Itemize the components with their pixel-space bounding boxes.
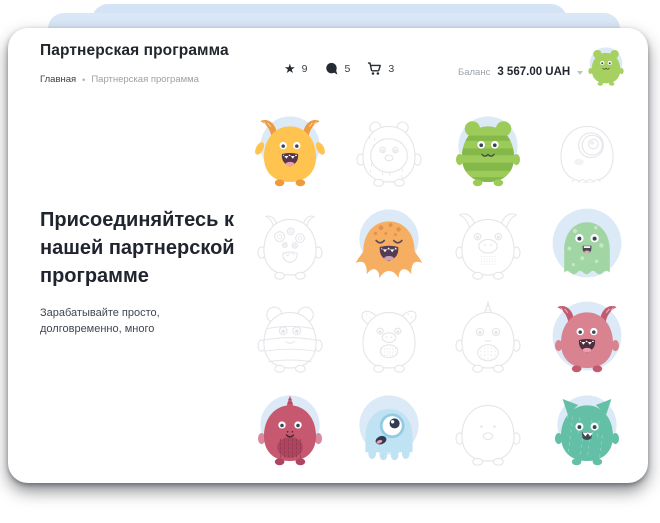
monster-sketch-furry-monster bbox=[339, 105, 438, 198]
monster-sketch-cyclops-monster bbox=[537, 105, 636, 198]
star-icon: ★ bbox=[284, 62, 296, 75]
breadcrumb-current: Партнерская программа bbox=[91, 74, 199, 85]
breadcrumb: Главная • Партнерская программа bbox=[40, 74, 199, 85]
page-title: Партнерская программа bbox=[40, 42, 229, 60]
breadcrumb-separator: • bbox=[82, 75, 85, 85]
cart-count: 3 bbox=[388, 63, 394, 75]
monster-sketch-multieye-monster bbox=[240, 198, 339, 291]
balance-label: Баланс bbox=[458, 67, 490, 78]
monster-green-striped-monster bbox=[438, 105, 537, 198]
favorites-count: 9 bbox=[302, 63, 308, 75]
hero-heading: Присоединяйтесь к нашей партнерской прог… bbox=[40, 206, 262, 290]
balance-value: 3 567.00 UAH bbox=[497, 66, 570, 78]
monster-sketch-floppy-ear-monster bbox=[339, 291, 438, 384]
balance-dropdown[interactable]: Баланс 3 567.00 UAH bbox=[458, 66, 583, 78]
monster-sketch-plain-monster bbox=[438, 384, 537, 477]
messages-stat[interactable]: 5 bbox=[325, 62, 351, 76]
monster-sketch-unicorn-monster bbox=[438, 291, 537, 384]
monster-yellow-horned-monster bbox=[240, 105, 339, 198]
monster-green-ghost-monster bbox=[537, 198, 636, 291]
breadcrumb-home[interactable]: Главная bbox=[40, 74, 76, 85]
chat-icon bbox=[325, 62, 339, 76]
monster-sketch-striped-monster bbox=[240, 291, 339, 384]
user-avatar[interactable] bbox=[584, 46, 628, 92]
messages-count: 5 bbox=[345, 63, 351, 75]
main-card: Партнерская программа Главная • Партнерс… bbox=[8, 28, 648, 483]
hero-section: Присоединяйтесь к нашей партнерской прог… bbox=[40, 206, 262, 337]
monster-grid bbox=[240, 105, 636, 477]
cart-stat[interactable]: 3 bbox=[367, 61, 394, 76]
monster-blue-cyclops-octopus-monster bbox=[339, 384, 438, 477]
monster-pink-horned-monster bbox=[537, 291, 636, 384]
page: Партнерская программа Главная • Партнерс… bbox=[0, 0, 660, 523]
monster-raspberry-unicorn-monster bbox=[240, 384, 339, 477]
favorites-stat[interactable]: ★ 9 bbox=[284, 62, 308, 75]
header-stats: ★ 9 5 bbox=[284, 61, 394, 76]
caret-down-icon bbox=[577, 71, 583, 75]
cart-icon bbox=[367, 61, 382, 76]
hero-subheading: Зарабатывайте просто, долговременно, мно… bbox=[40, 305, 262, 337]
monster-sketch-horned-monster bbox=[438, 198, 537, 291]
monster-teal-furry-monster bbox=[537, 384, 636, 477]
monster-orange-octopus-monster bbox=[339, 198, 438, 291]
